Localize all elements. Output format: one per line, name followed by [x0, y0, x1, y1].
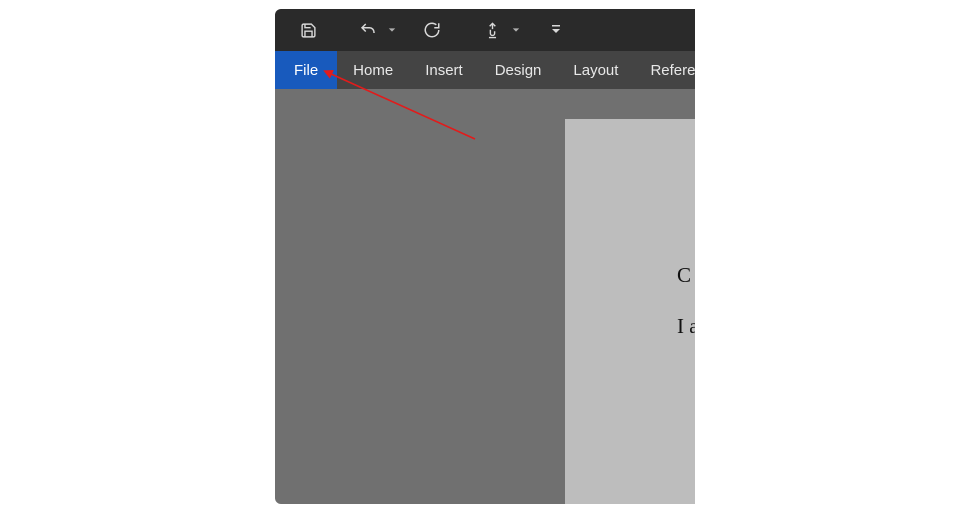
save-button[interactable] [291, 14, 325, 46]
touch-icon [484, 22, 501, 39]
ribbon-tab-strip: File Home Insert Design Layout Refere [275, 51, 695, 89]
customize-icon [551, 24, 561, 36]
quick-access-toolbar [275, 9, 695, 51]
tab-file[interactable]: File [275, 51, 337, 89]
touch-dropdown[interactable] [511, 14, 521, 46]
redo-icon [423, 21, 441, 39]
paragraph-2: I a a l [677, 310, 695, 343]
tab-layout[interactable]: Layout [557, 51, 634, 89]
tab-design[interactable]: Design [479, 51, 558, 89]
word-window: File Home Insert Design Layout Refere C … [275, 9, 695, 504]
tab-home[interactable]: Home [337, 51, 409, 89]
touch-mode-button[interactable] [475, 14, 509, 46]
save-icon [300, 22, 317, 39]
tab-references[interactable]: Refere [634, 51, 695, 89]
tab-insert[interactable]: Insert [409, 51, 479, 89]
paragraph-1: C s C s [677, 259, 695, 292]
customize-qat-button[interactable] [547, 14, 565, 46]
redo-button[interactable] [415, 14, 449, 46]
undo-icon [359, 21, 377, 39]
undo-dropdown[interactable] [387, 14, 397, 46]
document-page[interactable]: C s C s I a a l [565, 119, 695, 504]
document-workspace: C s C s I a a l [275, 89, 695, 504]
undo-button[interactable] [351, 14, 385, 46]
